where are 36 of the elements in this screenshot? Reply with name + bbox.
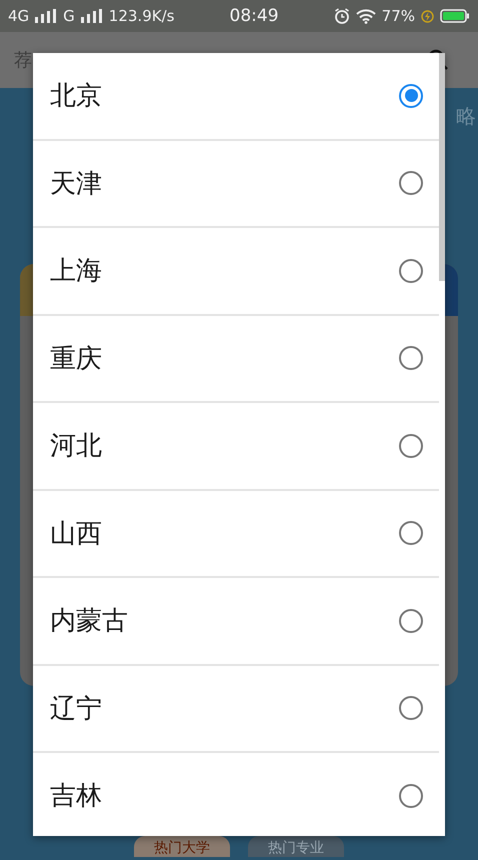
time-text: 08:49 bbox=[230, 6, 279, 26]
option-label: 吉林 bbox=[50, 780, 102, 814]
alarm-icon bbox=[334, 8, 350, 24]
option-label: 河北 bbox=[50, 430, 102, 464]
option-label: 上海 bbox=[50, 255, 102, 288]
signal-icon bbox=[35, 9, 58, 23]
radio-button[interactable] bbox=[399, 171, 423, 196]
charging-icon bbox=[421, 10, 434, 22]
speed-text: 123.9K/s bbox=[108, 7, 174, 25]
option-row[interactable]: 吉林 bbox=[33, 753, 439, 836]
radio-button[interactable] bbox=[399, 608, 423, 633]
radio-button[interactable] bbox=[399, 346, 423, 370]
option-row[interactable]: 重庆 bbox=[33, 316, 439, 403]
option-label: 天津 bbox=[50, 168, 102, 201]
signal-icon bbox=[80, 9, 103, 23]
scrollbar[interactable] bbox=[439, 53, 445, 281]
option-label: 北京 bbox=[50, 80, 102, 114]
option-row[interactable]: 内蒙古 bbox=[33, 578, 439, 666]
wifi-icon bbox=[356, 8, 376, 24]
option-label: 辽宁 bbox=[50, 692, 102, 726]
option-label: 内蒙古 bbox=[50, 605, 128, 638]
battery-percent: 77% bbox=[382, 7, 415, 25]
radio-button[interactable] bbox=[399, 521, 423, 546]
option-row[interactable]: 河北 bbox=[33, 403, 439, 490]
radio-button[interactable] bbox=[399, 258, 423, 283]
radio-button[interactable] bbox=[399, 84, 423, 108]
radio-button[interactable] bbox=[399, 434, 423, 458]
option-row[interactable]: 山西 bbox=[33, 490, 439, 578]
option-row[interactable]: 辽宁 bbox=[33, 666, 439, 753]
network-label: G bbox=[63, 7, 75, 25]
radio-button[interactable] bbox=[399, 784, 423, 808]
option-label: 重庆 bbox=[50, 342, 102, 376]
option-label: 山西 bbox=[50, 518, 102, 551]
radio-button[interactable] bbox=[399, 696, 423, 720]
network-label: 4G bbox=[8, 7, 30, 25]
battery-icon bbox=[440, 9, 470, 23]
